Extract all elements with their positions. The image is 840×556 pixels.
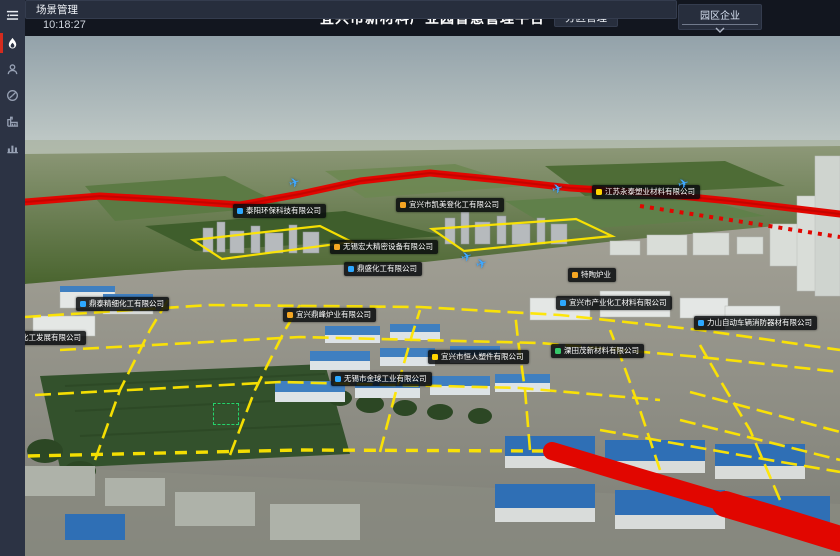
company-label-text: 兴达化工发展有限公司 xyxy=(25,334,81,342)
company-label-text: 泰阳环保科技有限公司 xyxy=(246,207,321,215)
company-label[interactable]: 力山自动车辆消防器材有限公司 xyxy=(694,316,817,330)
company-label-text: 宜兴鼎峰炉业有限公司 xyxy=(296,311,371,319)
time-display: 10:18:27 xyxy=(43,19,86,31)
company-marker-icon xyxy=(237,208,243,214)
company-label-text: 溧田茂新材料有限公司 xyxy=(564,347,639,355)
company-label[interactable]: 宜兴市恒人塑件有限公司 xyxy=(428,350,529,364)
company-label[interactable]: 兴达化工发展有限公司 xyxy=(25,331,86,345)
company-label[interactable]: 无锡宏大精密设备有限公司 xyxy=(330,240,438,254)
company-marker-icon xyxy=(572,272,578,278)
company-label-text: 特陶炉业 xyxy=(581,271,611,279)
company-label[interactable]: 宜兴鼎峰炉业有限公司 xyxy=(283,308,376,322)
map-scene xyxy=(25,36,840,556)
company-marker-icon xyxy=(335,376,341,382)
company-label[interactable]: 宜兴市凯美登化工有限公司 xyxy=(396,198,504,212)
sidebar-item-menu[interactable] xyxy=(0,0,25,30)
company-marker-icon xyxy=(400,202,406,208)
company-marker-icon xyxy=(698,320,704,326)
factory-icon xyxy=(6,115,19,128)
sidebar-item-statistics[interactable] xyxy=(0,134,25,160)
flame-icon xyxy=(6,37,19,50)
sidebar-item-personnel[interactable] xyxy=(0,56,25,82)
company-label-text: 鼎盛化工有限公司 xyxy=(357,265,417,273)
sidebar-item-monitor[interactable] xyxy=(0,82,25,108)
company-label[interactable]: 溧田茂新材料有限公司 xyxy=(551,344,644,358)
dropdown-label: 园区企业 xyxy=(682,5,758,25)
company-marker-icon xyxy=(287,312,293,318)
company-label-text: 鼎泰精细化工有限公司 xyxy=(89,300,164,308)
company-marker-icon xyxy=(334,244,340,250)
company-label-text: 宜兴市产业化工材料有限公司 xyxy=(569,299,667,307)
top-header: 2020 年 11 月 13 日 10:18:27 宜兴市新材料产业园智慧管理平… xyxy=(25,0,840,36)
company-label[interactable]: 鼎泰精细化工有限公司 xyxy=(76,297,169,311)
company-label-text: 宜兴市恒人塑件有限公司 xyxy=(441,353,524,361)
company-marker-icon xyxy=(348,266,354,272)
company-label-text: 宜兴市凯美登化工有限公司 xyxy=(409,201,499,209)
company-label[interactable]: 泰阳环保科技有限公司 xyxy=(233,204,326,218)
company-label-text: 无锡市金球工业有限公司 xyxy=(344,375,427,383)
company-marker-icon xyxy=(80,301,86,307)
chevron-down-icon xyxy=(679,25,761,33)
company-label[interactable]: 宜兴市产业化工材料有限公司 xyxy=(556,296,672,310)
bar-chart-icon xyxy=(6,141,19,154)
map-canvas[interactable]: 泰阳环保科技有限公司 宜兴市凯美登化工有限公司 江苏永泰塑业材料有限公司无锡宏大精密… xyxy=(25,36,840,556)
scene-management-button[interactable]: 场景管理 xyxy=(25,0,677,19)
sidebar-nav xyxy=(0,0,25,556)
company-label-text: 江苏永泰塑业材料有限公司 xyxy=(605,188,695,196)
app-window: 泰阳环保科技有限公司 宜兴市凯美登化工有限公司 江苏永泰塑业材料有限公司无锡宏大精密… xyxy=(0,0,840,556)
menu-icon xyxy=(6,9,19,22)
park-enterprise-dropdown[interactable]: 园区企业 xyxy=(678,4,762,30)
company-marker-icon xyxy=(596,189,602,195)
company-label[interactable]: 鼎盛化工有限公司 xyxy=(344,262,422,276)
gauge-icon xyxy=(6,89,19,102)
company-label[interactable]: 无锡市金球工业有限公司 xyxy=(331,372,432,386)
company-marker-icon xyxy=(560,300,566,306)
company-label[interactable]: 江苏永泰塑业材料有限公司 xyxy=(592,185,700,199)
person-icon xyxy=(6,63,19,76)
company-marker-icon xyxy=(555,348,561,354)
sidebar-item-enterprise[interactable] xyxy=(0,108,25,134)
company-label[interactable]: 特陶炉业 xyxy=(568,268,616,282)
company-label-text: 无锡宏大精密设备有限公司 xyxy=(343,243,433,251)
company-label-text: 力山自动车辆消防器材有限公司 xyxy=(707,319,812,327)
company-marker-icon xyxy=(432,354,438,360)
sidebar-item-alarm[interactable] xyxy=(0,30,25,56)
